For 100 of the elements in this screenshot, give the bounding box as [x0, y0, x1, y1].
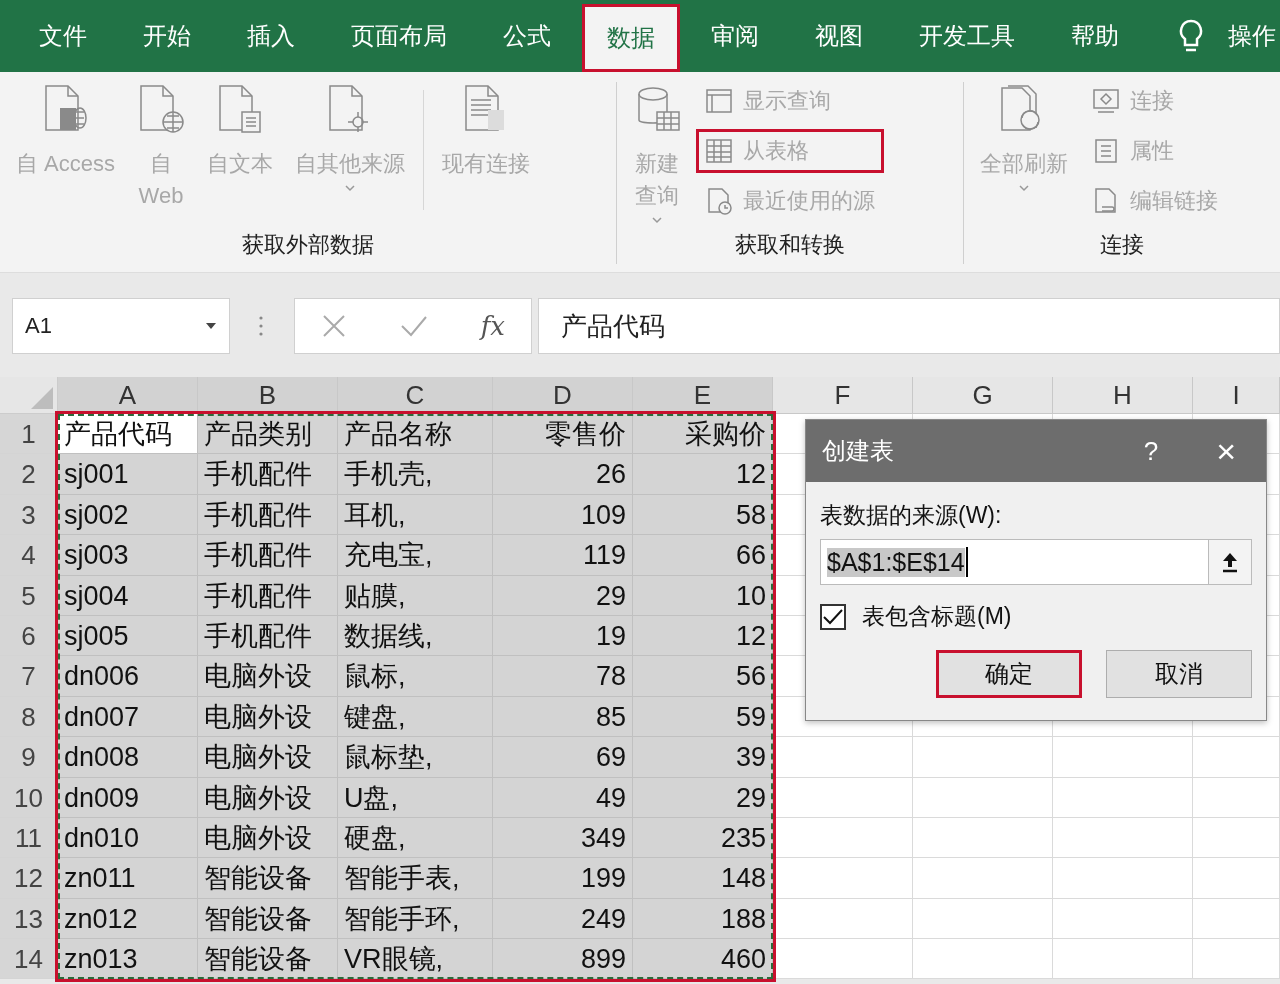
grip-icon	[258, 314, 264, 338]
checkbox-label: 表包含标题(M)	[862, 602, 1012, 631]
check-icon	[822, 607, 844, 626]
table-cell: 耳机,	[338, 494, 493, 536]
checkbox[interactable]	[820, 603, 846, 630]
table-cell: 电脑外设	[198, 817, 338, 859]
table-cell: 电脑外设	[198, 737, 338, 778]
table-cell: 鼠标垫,	[338, 737, 493, 778]
ribbon-tab[interactable]: 插入	[222, 5, 320, 67]
dialog-button[interactable]: 取消	[1106, 650, 1252, 698]
table-cell: 电脑外设	[198, 656, 338, 697]
table-cell: dn006	[58, 656, 198, 697]
insert-function-button[interactable]: fx	[480, 311, 505, 341]
column-header[interactable]: I	[1193, 377, 1280, 414]
row-header[interactable]: 6	[0, 615, 58, 657]
table-cell: 10	[633, 575, 773, 616]
table-cell: 56	[633, 656, 773, 697]
row-header[interactable]: 4	[0, 535, 58, 576]
table-cell: U盘,	[338, 777, 493, 818]
table-cell: 109	[493, 494, 633, 536]
web-file-icon	[137, 84, 186, 134]
table-cell: 19	[493, 615, 633, 657]
table-cell: 智能手表,	[338, 858, 493, 899]
table-cell: 66	[633, 535, 773, 576]
group-label: 获取和转换	[734, 231, 846, 259]
table-cell: 349	[493, 817, 633, 859]
row-header[interactable]: 2	[0, 454, 58, 495]
table-cell: 49	[493, 777, 633, 818]
table-cell: 899	[493, 939, 633, 980]
table-cell: 充电宝,	[338, 535, 493, 576]
select-all-icon	[31, 387, 53, 409]
column-header[interactable]: G	[913, 377, 1053, 414]
table-cell: zn013	[58, 939, 198, 980]
table-cell: 69	[493, 737, 633, 778]
table-cell: 199	[493, 858, 633, 899]
table-cell: sj001	[58, 454, 198, 495]
table-cell: 智能设备	[198, 898, 338, 940]
table-cell: 电脑外设	[198, 777, 338, 818]
name-box[interactable]: A1	[12, 298, 230, 354]
table-cell: 零售价	[493, 414, 633, 455]
table-cell: 键盘,	[338, 696, 493, 738]
row-header[interactable]: 9	[0, 737, 58, 778]
tell-me-search[interactable]: 操作	[1228, 20, 1276, 52]
column-header[interactable]: H	[1053, 377, 1193, 414]
table-cell: 电脑外设	[198, 696, 338, 738]
row-header[interactable]: 10	[0, 777, 58, 818]
table-cell: VR眼镜,	[338, 939, 493, 980]
table-cell: 39	[633, 737, 773, 778]
table-cell: dn010	[58, 817, 198, 859]
table-cell: dn008	[58, 737, 198, 778]
table-cell: 29	[493, 575, 633, 616]
table-cell: 85	[493, 696, 633, 738]
ribbon-tab[interactable]: 文件	[14, 5, 112, 67]
table-cell: dn009	[58, 777, 198, 818]
ribbon-tab[interactable]: 公式	[478, 5, 576, 67]
table-cell: sj003	[58, 535, 198, 576]
table-cell: sj005	[58, 615, 198, 657]
table-cell: 产品代码	[58, 414, 198, 455]
collapse-button[interactable]	[1208, 539, 1252, 585]
range-input-field[interactable]: $A$1:$E$14	[820, 539, 1208, 585]
table-cell: 产品类别	[198, 414, 338, 455]
row-header[interactable]: 12	[0, 858, 58, 899]
table-cell: 手机配件	[198, 494, 338, 536]
formula-field[interactable]: 产品代码	[538, 298, 1280, 354]
table-cell: 26	[493, 454, 633, 495]
table-cell: 460	[633, 939, 773, 980]
row-header[interactable]: 3	[0, 494, 58, 536]
ribbon-tab[interactable]: 页面布局	[326, 5, 472, 67]
row-header[interactable]: 13	[0, 898, 58, 940]
close-button[interactable]: ×	[1216, 431, 1236, 471]
table-cell: 235	[633, 817, 773, 859]
ribbon-tab[interactable]: 视图	[790, 5, 888, 67]
ribbon-tab[interactable]: 数据	[582, 4, 680, 72]
ribbon-tab[interactable]: 审阅	[686, 5, 784, 67]
table-cell: 智能设备	[198, 939, 338, 980]
table-cell: 智能手环,	[338, 898, 493, 940]
row-header[interactable]: 8	[0, 696, 58, 738]
cancel-icon	[320, 313, 347, 339]
table-cell: 手机配件	[198, 575, 338, 616]
ribbon-tab[interactable]: 开发工具	[894, 5, 1040, 67]
help-button[interactable]: ?	[1143, 435, 1159, 467]
row-header[interactable]: 7	[0, 656, 58, 697]
table-cell: 249	[493, 898, 633, 940]
column-header[interactable]: F	[773, 377, 913, 414]
dialog-button[interactable]: 确定	[936, 650, 1082, 698]
connection-icon	[1092, 87, 1120, 115]
row-header[interactable]: 11	[0, 817, 58, 859]
table-cell: 78	[493, 656, 633, 697]
row-header[interactable]: 1	[0, 414, 58, 455]
table-cell: 188	[633, 898, 773, 940]
ribbon-tab[interactable]: 帮助	[1046, 5, 1144, 67]
properties-icon	[1092, 137, 1120, 165]
row-header[interactable]: 14	[0, 939, 58, 980]
group-label: 获取外部数据	[241, 231, 375, 259]
table-cell: sj004	[58, 575, 198, 616]
table-cell: 12	[633, 615, 773, 657]
row-header[interactable]: 5	[0, 575, 58, 616]
ribbon-tab[interactable]: 开始	[118, 5, 216, 67]
table-cell: zn012	[58, 898, 198, 940]
field-label: 表数据的来源(W):	[820, 501, 1002, 530]
